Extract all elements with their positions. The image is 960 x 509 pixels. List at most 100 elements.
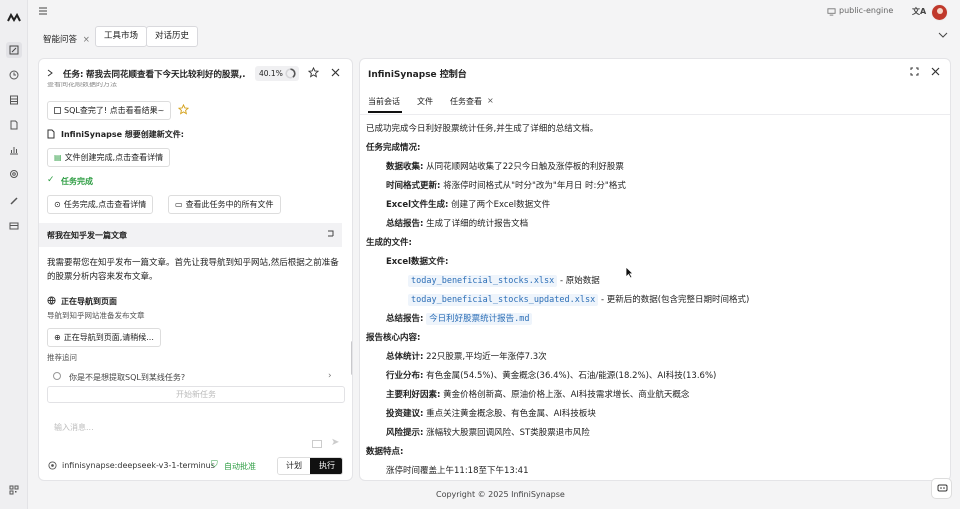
- engine-icon: [827, 7, 836, 16]
- message-input[interactable]: 输入消息... ➤: [47, 417, 345, 453]
- file-check-icon: ▤: [54, 153, 62, 162]
- chevron-down-icon[interactable]: [938, 31, 948, 39]
- tab-tool-market[interactable]: 工具市场: [95, 26, 148, 47]
- all-files-label: 查看此任务中的所有文件: [185, 200, 274, 209]
- cut-line: 查看同花顺数据的方法: [47, 82, 117, 88]
- completion-text: 生成了详细的统计报告文档: [426, 219, 529, 229]
- mouse-cursor-icon: [625, 266, 634, 279]
- excel-heading: Excel数据文件:: [386, 257, 449, 267]
- menu-icon[interactable]: [38, 6, 48, 16]
- completion-text: 从同花顺网站收集了22只今日触及涨停板的利好股票: [426, 162, 624, 172]
- scrollbar[interactable]: [351, 341, 352, 375]
- model-selector[interactable]: infinisynapse:deepseek-v3-1-terminus: [62, 461, 215, 470]
- start-new-task-button[interactable]: 开始新任务: [47, 386, 345, 403]
- suggest-arrow-icon: ›: [328, 371, 332, 381]
- tab-task-view[interactable]: 任务查看: [450, 96, 482, 107]
- completion-text: 将涨停时间格式从"时分"改为"年月日 时:分"格式: [443, 181, 626, 191]
- auto-approve-toggle[interactable]: 自动批准: [224, 461, 256, 472]
- completion-item: 时间格式更新: 将涨停时间格式从"时分"改为"年月日 时:分"格式: [366, 177, 946, 196]
- tab-tool-market-label: 工具市场: [104, 31, 139, 41]
- collapse-icon[interactable]: [326, 229, 335, 238]
- task-title[interactable]: 帮我去同花顺查看下今天比较利好的股票,...: [86, 68, 246, 80]
- core-label: 主要利好因素:: [386, 390, 441, 400]
- tab-files[interactable]: 文件: [417, 96, 433, 107]
- tab-qa-close-icon[interactable]: ×: [83, 35, 90, 45]
- core-item: 风险提示: 涨幅较大股票回调风险、ST类股票退市风险: [366, 424, 946, 443]
- engine-selector[interactable]: public-engine: [839, 6, 893, 15]
- core-label: 风险提示:: [386, 428, 424, 438]
- copyright: Copyright © 2025 InfiniSynapse: [436, 490, 565, 499]
- core-text: 有色金属(54.5%)、黄金概念(36.4%)、石油/能源(18.2%)、AI科…: [426, 371, 717, 381]
- nav-status-button[interactable]: ⊕ 正在导航到页面,请稍候...: [47, 328, 161, 347]
- sql-result-button[interactable]: SQL查完了! 点击看看结果~: [47, 101, 172, 120]
- console-close-icon[interactable]: [931, 67, 940, 76]
- tab-history-label: 对话历史: [155, 31, 190, 41]
- session-content: 已成功完成今日利好股票统计任务,并生成了详细的总结文档。 任务完成情况: 数据收…: [366, 120, 946, 480]
- report-file-link[interactable]: 今日利好股票统计报告.md: [426, 313, 533, 325]
- tab-current-session[interactable]: 当前会话: [368, 96, 400, 107]
- star-icon[interactable]: [308, 67, 319, 78]
- assistant-message: 我需要帮您在知乎发布一篇文章。首先让我导航到知乎网站,然后根据之前准备的股票分析…: [47, 258, 339, 282]
- data-line: 涨停时间覆盖上午11:18至下午13:41: [386, 466, 529, 476]
- file-item: today_beneficial_stocks.xlsx - 原始数据: [366, 272, 946, 291]
- task-detail-label: 任务完成,点击查看详情: [63, 200, 147, 209]
- chart-icon[interactable]: [6, 142, 22, 158]
- task-detail-button[interactable]: ⊙ 任务完成,点击查看详情: [47, 195, 154, 214]
- plan-mode-button[interactable]: 计划: [278, 458, 310, 474]
- logo-icon[interactable]: [6, 10, 22, 26]
- expand-icon[interactable]: [910, 67, 919, 76]
- storage-icon[interactable]: [6, 218, 22, 234]
- image-icon[interactable]: [312, 440, 322, 448]
- execute-mode-button[interactable]: 执行: [310, 458, 342, 474]
- completion-label: 数据收集:: [386, 162, 424, 172]
- translate-icon[interactable]: 文A: [912, 6, 926, 17]
- tab-history[interactable]: 对话历史: [146, 26, 199, 47]
- database-icon[interactable]: [6, 92, 22, 108]
- file-link[interactable]: today_beneficial_stocks_updated.xlsx: [408, 294, 599, 306]
- core-text: 黄金价格创新高、原油价格上涨、AI科技需求增长、商业航天概念: [443, 390, 690, 400]
- tools-icon[interactable]: [6, 193, 22, 209]
- core-item: 行业分布: 有色金属(54.5%)、黄金概念(36.4%)、石油/能源(18.2…: [366, 367, 946, 386]
- document-icon[interactable]: [6, 117, 22, 133]
- tab-task-view-close-icon[interactable]: ×: [487, 96, 494, 105]
- core-heading: 报告核心内容:: [366, 333, 421, 343]
- progress-text: 40.1%: [259, 69, 283, 78]
- chat-support-icon[interactable]: [931, 478, 952, 499]
- star-outline-icon[interactable]: [178, 104, 189, 115]
- suggest-item[interactable]: 你是不是想提取SQL到某线任务? ›: [47, 365, 339, 381]
- send-icon[interactable]: ➤: [331, 437, 339, 448]
- suggest-item-text: 你是不是想提取SQL到某线任务?: [69, 373, 186, 381]
- file-desc: - 原始数据: [560, 276, 600, 286]
- new-chat-icon[interactable]: [6, 42, 22, 58]
- settings-icon[interactable]: [6, 166, 22, 182]
- sql-result-label: SQL查完了! 点击看看结果~: [64, 106, 165, 115]
- file-detail-button[interactable]: ▤ 文件创建完成,点击查看详情: [47, 148, 171, 167]
- sidebar: [0, 0, 28, 509]
- chevron-right-icon[interactable]: [47, 69, 53, 77]
- core-text: 22只股票,平均近一年涨停7.3次: [426, 352, 547, 362]
- nav-status-label: 正在导航到页面,请稍候...: [63, 333, 154, 342]
- suggest-label: 推荐追问: [47, 353, 77, 362]
- suggest-radio-icon: [53, 372, 61, 380]
- globe-icon: [47, 296, 56, 305]
- top-bar: public-engine 文A: [28, 0, 960, 24]
- start-new-task-label: 开始新任务: [176, 390, 216, 399]
- tab-qa[interactable]: 智能问答 ×: [43, 31, 90, 52]
- section-title: 帮我在知乎发一篇文章: [47, 231, 127, 240]
- all-files-button[interactable]: ▭ 查看此任务中的所有文件: [168, 195, 281, 214]
- core-item: 总体统计: 22只股票,平均近一年涨停7.3次: [366, 348, 946, 367]
- close-icon[interactable]: [331, 68, 340, 77]
- completion-item: 总结报告: 生成了详细的统计报告文档: [366, 215, 946, 234]
- file-link[interactable]: today_beneficial_stocks.xlsx: [408, 275, 558, 287]
- file-item: today_beneficial_stocks_updated.xlsx - 更…: [366, 291, 946, 310]
- avatar[interactable]: [931, 4, 948, 21]
- chat-panel: 任务: 帮我去同花顺查看下今天比较利好的股票,... 40.1% 查看同花顺数据…: [38, 58, 353, 481]
- completion-text: 创建了两个Excel数据文件: [451, 200, 551, 210]
- history-icon[interactable]: [6, 67, 22, 83]
- file-desc: - 更新后的数据(包含完整日期时间格式): [600, 295, 750, 305]
- check-icon: ✓: [47, 175, 55, 185]
- table-icon: [54, 107, 61, 114]
- qr-icon[interactable]: [6, 482, 22, 498]
- mode-switch: 计划 执行: [277, 457, 343, 475]
- folder-icon: ▭: [175, 200, 183, 209]
